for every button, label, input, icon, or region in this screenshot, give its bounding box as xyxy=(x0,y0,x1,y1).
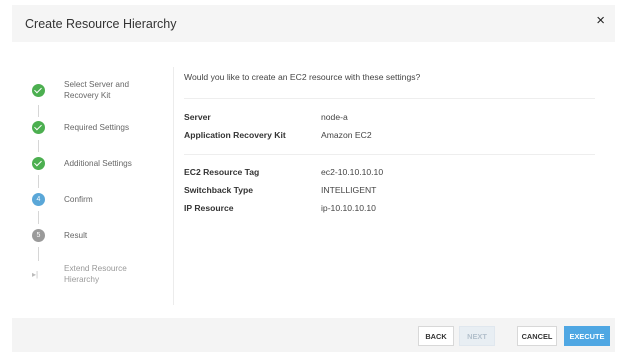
step-label: Extend Resource Hierarchy xyxy=(64,264,127,284)
next-button[interactable]: NEXT xyxy=(459,326,495,346)
divider xyxy=(173,67,174,305)
divider xyxy=(184,154,595,155)
setting-key: EC2 Resource Tag xyxy=(184,167,260,177)
setting-key: IP Resource xyxy=(184,203,234,213)
step-number-badge: 5 xyxy=(32,229,45,242)
setting-value: ec2-10.10.10.10 xyxy=(321,167,384,177)
step-label: Required Settings xyxy=(64,123,130,132)
setting-value: INTELLIGENT xyxy=(321,185,377,195)
close-icon[interactable]: × xyxy=(596,13,605,29)
create-resource-hierarchy-dialog: Create Resource Hierarchy × Select Serve… xyxy=(12,5,615,352)
dialog-header: Create Resource Hierarchy × xyxy=(12,5,615,42)
divider xyxy=(184,98,595,99)
skip-next-icon: ▸| xyxy=(32,270,39,279)
dialog-title: Create Resource Hierarchy xyxy=(25,17,177,31)
setting-value: ip-10.10.10.10 xyxy=(321,203,376,213)
check-icon xyxy=(32,84,45,97)
execute-button[interactable]: EXECUTE xyxy=(564,326,610,346)
step-connector xyxy=(38,175,39,188)
step-number-badge: 4 xyxy=(32,193,45,206)
step-label: Confirm xyxy=(64,195,93,204)
cancel-button[interactable]: CANCEL xyxy=(517,326,557,346)
step-connector xyxy=(38,105,39,117)
step-connector xyxy=(38,211,39,224)
step-connector xyxy=(38,140,39,152)
step-label: Select Server and Recovery Kit xyxy=(64,80,130,100)
setting-key: Switchback Type xyxy=(184,185,254,195)
check-icon xyxy=(32,121,45,134)
step-label: Additional Settings xyxy=(64,159,132,168)
setting-key: Application Recovery Kit xyxy=(184,130,286,140)
back-button[interactable]: BACK xyxy=(418,326,454,346)
setting-value: Amazon EC2 xyxy=(321,130,372,140)
setting-value: node-a xyxy=(321,112,348,122)
check-icon xyxy=(32,157,45,170)
setting-key: Server xyxy=(184,112,211,122)
step-connector xyxy=(38,247,39,261)
dialog-footer: BACK NEXT CANCEL EXECUTE xyxy=(12,318,615,352)
step-label: Result xyxy=(64,231,88,240)
confirmation-question: Would you like to create an EC2 resource… xyxy=(184,72,421,82)
